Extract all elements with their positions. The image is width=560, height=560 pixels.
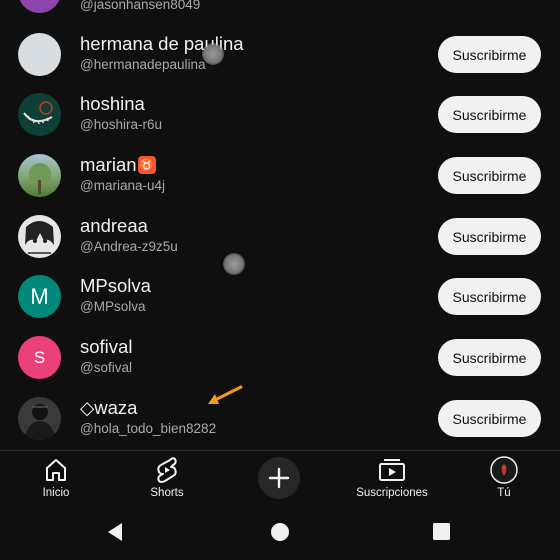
- channel-handle: @mariana-u4j: [80, 178, 165, 193]
- channel-name-text: marian: [80, 154, 137, 175]
- system-navigation-bar: [0, 510, 560, 560]
- tab-subscriptions-label: Suscripciones: [356, 487, 428, 499]
- channel-name: hoshina: [80, 93, 145, 114]
- channel-handle: @hola_todo_bien8282: [80, 421, 217, 436]
- tab-shorts[interactable]: Shorts: [137, 451, 197, 511]
- tree-photo-avatar-icon: [29, 163, 51, 194]
- tab-home[interactable]: Inicio: [26, 451, 86, 511]
- taurus-emoji-icon: ♉: [137, 156, 156, 174]
- channel-avatar[interactable]: S: [18, 336, 61, 379]
- tab-home-label: Inicio: [42, 487, 70, 499]
- create-button[interactable]: [258, 457, 300, 499]
- grinning-face-avatar-icon: [23, 101, 53, 125]
- channel-name: marian ♉: [80, 154, 156, 176]
- channel-row[interactable]: M MPsolva @MPsolva Suscribirme: [0, 266, 560, 327]
- touch-indicator: [202, 43, 224, 65]
- channel-name: sofival: [80, 336, 133, 357]
- channel-row[interactable]: marian ♉ @mariana-u4j Suscribirme: [0, 145, 560, 206]
- home-icon: [43, 457, 69, 483]
- channel-handle: @jasonhansen8049: [80, 0, 201, 12]
- channel-avatar[interactable]: [18, 33, 61, 76]
- channel-avatar[interactable]: J: [18, 0, 61, 13]
- subscribe-button[interactable]: Suscribirme: [438, 339, 541, 376]
- channel-handle: @hoshira-r6u: [80, 117, 162, 132]
- tab-you-label: Tú: [497, 487, 511, 499]
- channel-avatar[interactable]: [18, 93, 61, 136]
- bottom-navigation-bar: Inicio Shorts Suscripciones Tú: [0, 450, 560, 511]
- avatar-letter: M: [30, 283, 49, 309]
- channel-handle: @sofival: [80, 360, 132, 375]
- plus-icon: [268, 467, 290, 489]
- subscribe-button[interactable]: Suscribirme: [438, 400, 541, 437]
- subscribe-button[interactable]: Suscribirme: [438, 157, 541, 194]
- tab-you[interactable]: Tú: [474, 451, 534, 511]
- channel-avatar[interactable]: [18, 154, 61, 197]
- channel-avatar[interactable]: [18, 215, 61, 258]
- home-circle-icon[interactable]: [270, 522, 290, 542]
- back-icon[interactable]: [106, 522, 126, 542]
- channel-handle: @hermanadepaulina: [80, 57, 206, 72]
- profile-avatar-icon: [490, 456, 518, 484]
- subscription-channel-list: J @jasonhansen8049 hermana de paulina @h…: [0, 0, 560, 450]
- channel-row[interactable]: S sofival @sofival Suscribirme: [0, 327, 560, 388]
- orange-arrow-annotation-icon: [208, 385, 243, 404]
- channel-handle: @MPsolva: [80, 299, 146, 314]
- dark-figure-avatar-icon: [24, 404, 56, 440]
- subscribe-button[interactable]: Suscribirme: [438, 218, 541, 255]
- tab-subscriptions[interactable]: Suscripciones: [352, 451, 432, 511]
- tab-shorts-label: Shorts: [150, 487, 184, 499]
- channel-avatar[interactable]: M: [18, 275, 61, 318]
- subscribe-button[interactable]: Suscribirme: [438, 36, 541, 73]
- channel-avatar[interactable]: [18, 397, 61, 440]
- touch-indicator: [223, 253, 245, 275]
- subscribe-button[interactable]: Suscribirme: [438, 278, 541, 315]
- shorts-icon: [155, 457, 179, 483]
- channel-row[interactable]: andreaa @Andrea-z9z5u Suscribirme: [0, 206, 560, 267]
- avatar-letter: S: [33, 347, 46, 367]
- channel-name: MPsolva: [80, 275, 151, 296]
- channel-row[interactable]: ◇waza @hola_todo_bien8282 Suscribirme: [0, 388, 560, 449]
- recents-square-icon[interactable]: [432, 522, 452, 542]
- subscriptions-icon: [378, 457, 406, 483]
- channel-name: andreaa: [80, 215, 148, 236]
- channel-row[interactable]: hermana de paulina @hermanadepaulina Sus…: [0, 24, 560, 85]
- channel-name: ◇waza: [80, 397, 138, 418]
- channel-handle: @Andrea-z9z5u: [80, 239, 178, 254]
- subscribe-button[interactable]: Suscribirme: [438, 96, 541, 133]
- anime-drawing-avatar-icon: [25, 221, 54, 254]
- channel-row[interactable]: hoshina @hoshira-r6u Suscribirme: [0, 84, 560, 145]
